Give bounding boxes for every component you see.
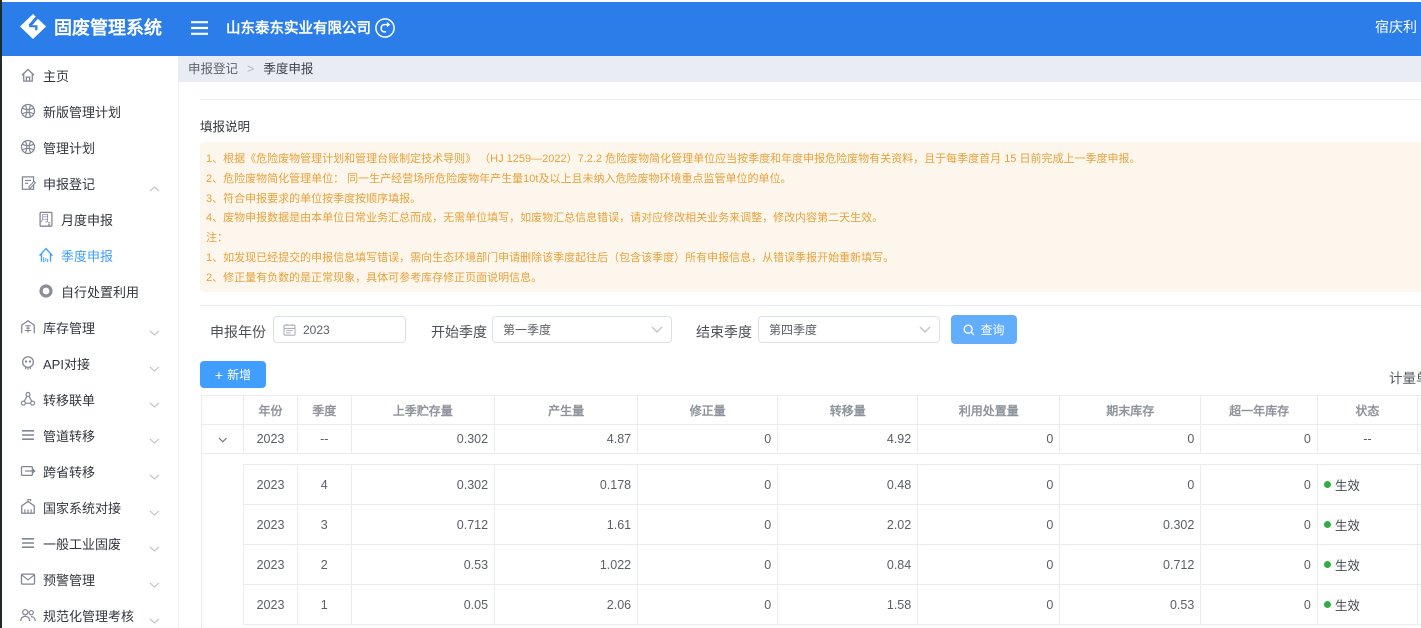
- svg-text:月: 月: [40, 213, 49, 223]
